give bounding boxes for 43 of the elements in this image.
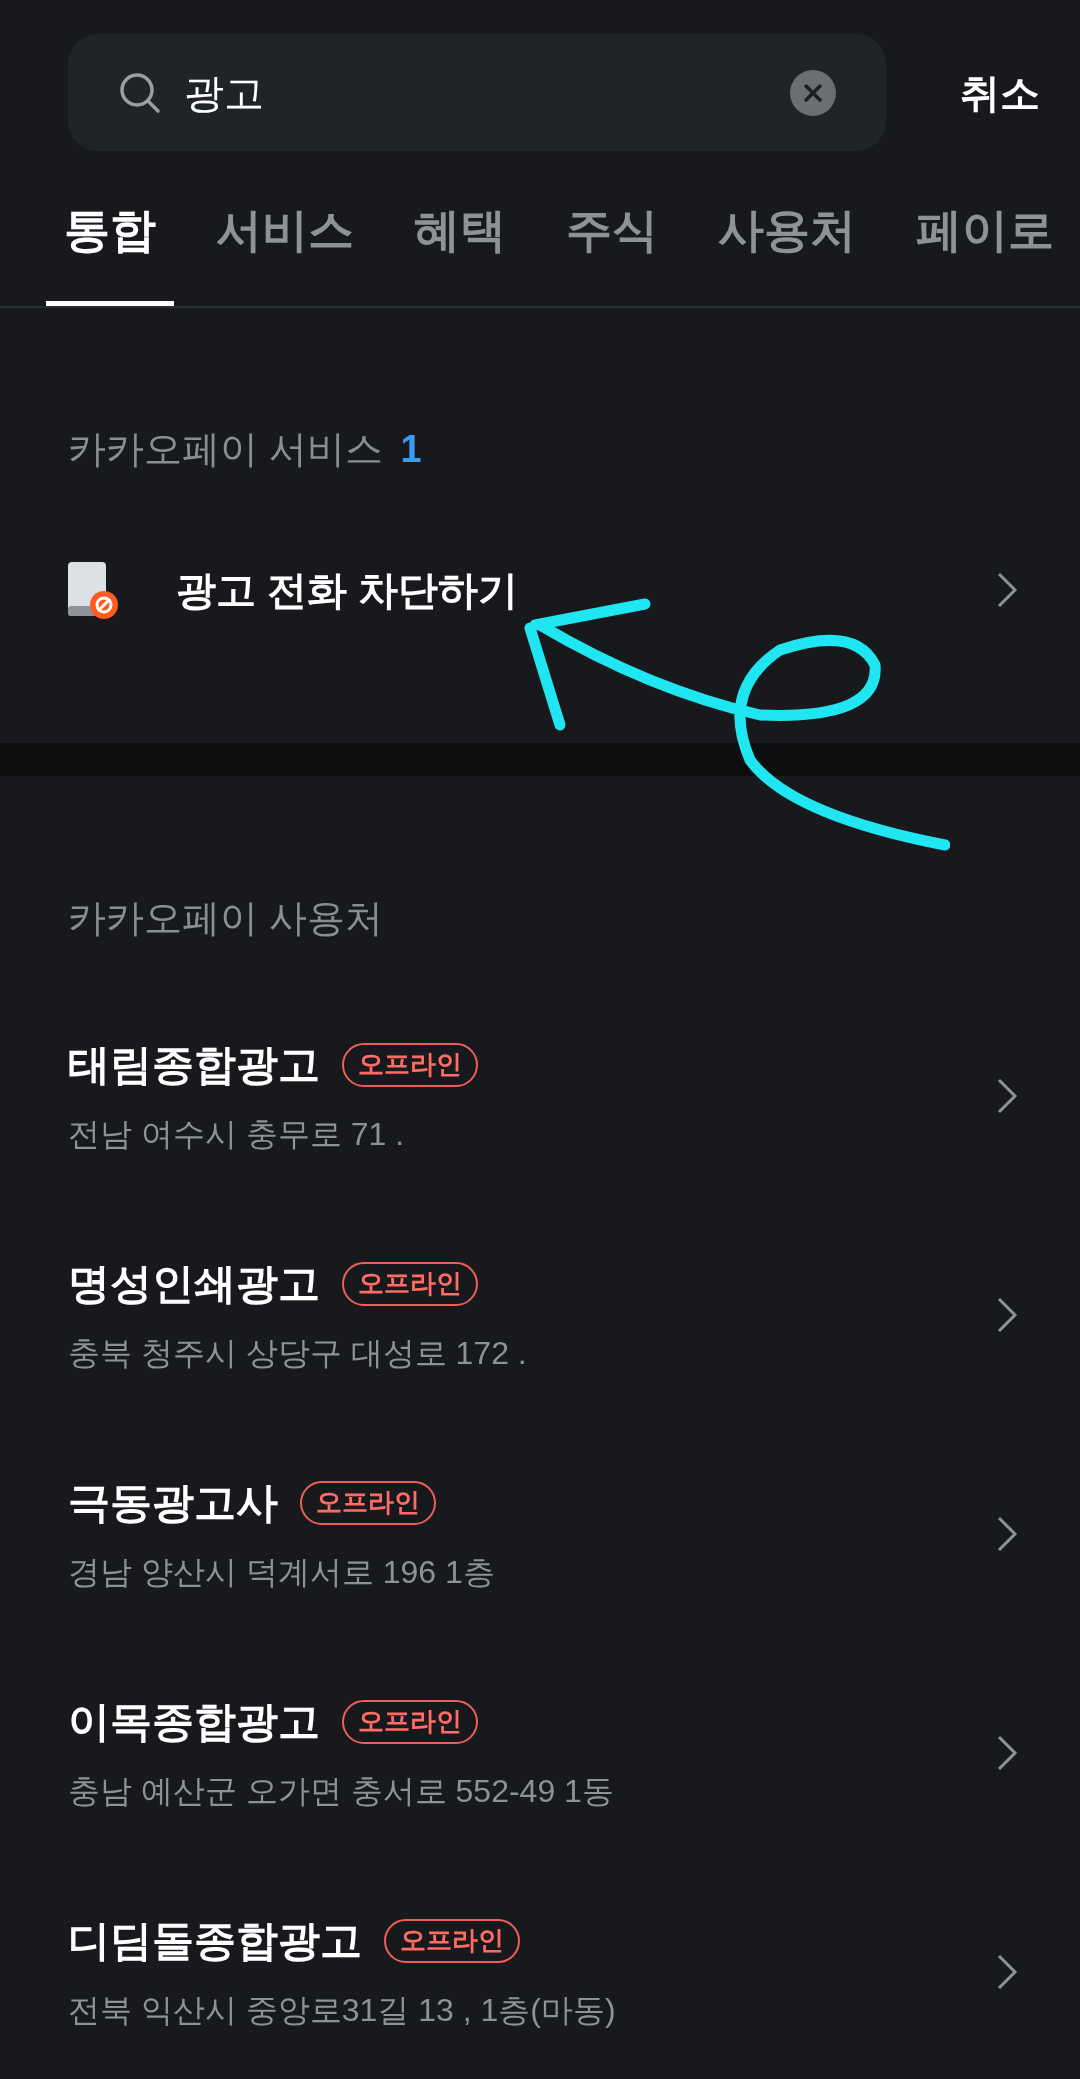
place-address: 전북 익산시 중앙로31길 13 , 1층(마동)	[68, 1991, 616, 2030]
search-field[interactable]: 광고	[68, 34, 886, 151]
search-query: 광고	[184, 69, 265, 117]
place-name: 이목종합광고	[68, 1697, 320, 1747]
phone-blocked-icon	[66, 560, 120, 620]
place-name: 태림종합광고	[68, 1040, 320, 1090]
chevron-right-icon	[996, 1952, 1018, 1991]
place-address: 충남 예산군 오가면 충서로 552-49 1동	[68, 1772, 614, 1811]
section-title: 카카오페이 서비스	[68, 426, 383, 472]
place-item[interactable]: 태림종합광고 오프라인 전남 여수시 충무로 71 .	[0, 986, 1080, 1205]
place-name: 디딤돌종합광고	[68, 1916, 362, 1966]
service-label: 광고 전화 차단하기	[176, 567, 519, 614]
tab[interactable]: 서비스	[198, 151, 372, 306]
tab[interactable]: 주식	[548, 151, 676, 306]
chevron-right-icon	[996, 1076, 1018, 1115]
place-address: 전남 여수시 충무로 71 .	[68, 1115, 406, 1154]
clear-icon[interactable]	[790, 69, 836, 116]
chevron-right-icon	[996, 1295, 1018, 1334]
place-item[interactable]: 명성인쇄광고 오프라인 충북 청주시 상당구 대성로 172 .	[0, 1205, 1080, 1424]
place-name: 명성인쇄광고	[68, 1259, 320, 1309]
offline-badge: 오프라인	[342, 1042, 478, 1087]
place-address: 경남 양산시 덕계서로 196 1층	[68, 1553, 495, 1592]
chevron-right-icon	[996, 1733, 1018, 1772]
place-item[interactable]: 극동광고사 오프라인 경남 양산시 덕계서로 196 1층	[0, 1424, 1080, 1643]
cancel-button[interactable]: 취소	[960, 62, 1040, 123]
offline-badge: 오프라인	[384, 1918, 520, 1963]
chevron-right-icon	[996, 1514, 1018, 1553]
tab[interactable]: 통합	[46, 151, 174, 306]
tab[interactable]: 사용처	[700, 151, 874, 306]
offline-badge: 오프라인	[342, 1261, 478, 1306]
place-name: 극동광고사	[68, 1478, 278, 1528]
offline-badge: 오프라인	[342, 1699, 478, 1744]
chevron-right-icon	[996, 571, 1018, 609]
offline-badge: 오프라인	[300, 1480, 436, 1525]
tab[interactable]: 페이로	[898, 151, 1072, 306]
tab[interactable]: 혜택	[396, 151, 524, 306]
place-item[interactable]: 디딤돌종합광고 오프라인 전북 익산시 중앙로31길 13 , 1층(마동)	[0, 1862, 1080, 2079]
section-title: 카카오페이 사용처	[68, 896, 383, 941]
search-icon	[118, 70, 162, 115]
place-item[interactable]: 이목종합광고 오프라인 충남 예산군 오가면 충서로 552-49 1동	[0, 1643, 1080, 1862]
service-item[interactable]: 광고 전화 차단하기	[0, 490, 1080, 690]
place-address: 충북 청주시 상당구 대성로 172 .	[68, 1334, 527, 1373]
result-count: 1	[400, 426, 422, 472]
